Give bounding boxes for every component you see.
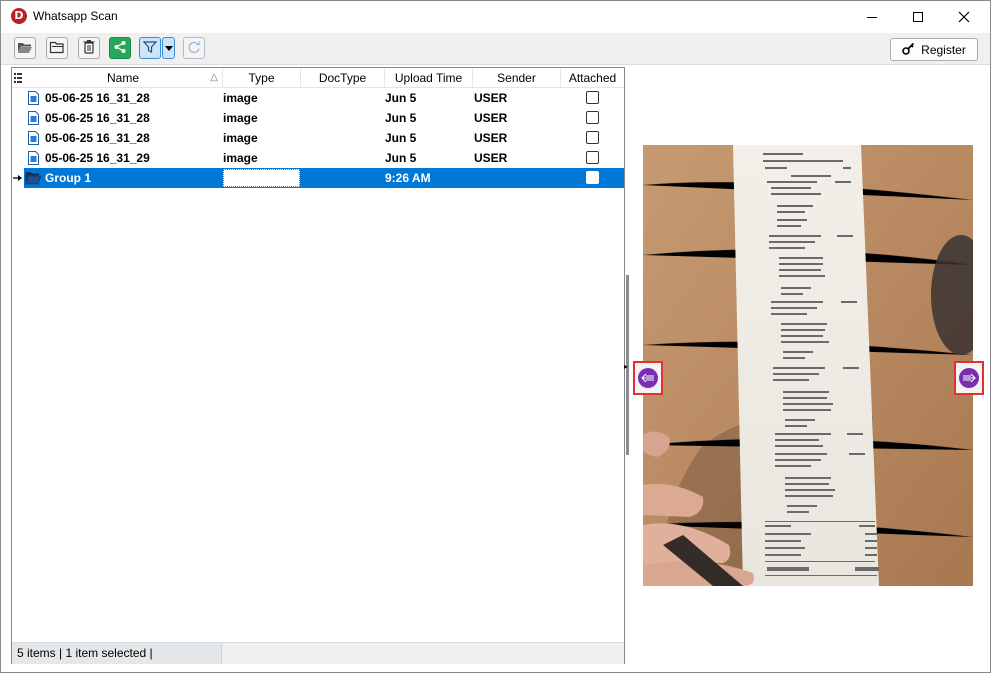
row-name: 05-06-25 16_31_28 (45, 111, 150, 125)
row-type: image (223, 151, 258, 165)
refresh-button[interactable] (183, 37, 205, 59)
register-label: Register (921, 42, 966, 57)
row-name: Group 1 (45, 171, 92, 185)
attached-checkbox[interactable] (586, 91, 599, 104)
status-bar: 5 items | 1 item selected | (12, 642, 624, 664)
row-sender: USER (474, 151, 508, 165)
filter-dropdown-button[interactable] (162, 37, 175, 59)
list-header: Name △ Type DocType Upload Time Sender A… (12, 68, 624, 88)
list-item-group[interactable]: Group 1 9:26 AM (12, 168, 624, 188)
column-header-type[interactable]: Type (223, 68, 301, 88)
selection-highlight (24, 168, 624, 188)
window-title: Whatsapp Scan (33, 9, 118, 23)
open-folder-alt-button[interactable] (46, 37, 68, 59)
folder-open-icon (25, 171, 42, 191)
filter-button[interactable] (139, 37, 161, 59)
trash-icon (82, 39, 96, 57)
folder-open-icon (17, 40, 33, 57)
list-item[interactable]: 05-06-25 16_31_28 image Jun 5 USER (12, 108, 624, 128)
previous-image-button[interactable] (633, 361, 663, 395)
arrow-right-icon (959, 368, 979, 388)
open-folder-button[interactable] (14, 37, 36, 59)
maximize-button[interactable] (895, 1, 941, 33)
column-chooser-icon[interactable] (12, 68, 24, 88)
share-icon (113, 40, 127, 57)
image-preview-panel (633, 67, 984, 664)
sort-ascending-icon: △ (210, 72, 218, 83)
list-item[interactable]: 05-06-25 16_31_28 image Jun 5 USER (12, 128, 624, 148)
delete-button[interactable] (78, 37, 100, 59)
receipt-photo (643, 145, 973, 586)
row-type: image (223, 111, 258, 125)
minimize-button[interactable] (849, 1, 895, 33)
filter-icon (142, 40, 158, 57)
toolbar: Register (1, 33, 990, 65)
row-type: image (223, 131, 258, 145)
key-icon (902, 42, 915, 58)
app-window: D Whatsapp Scan Register Name △ Type Doc… (0, 0, 991, 673)
refresh-icon (187, 40, 201, 57)
row-sender: USER (474, 131, 508, 145)
type-inline-editor[interactable] (223, 169, 300, 187)
row-upload-time: Jun 5 (385, 151, 417, 165)
column-header-doctype[interactable]: DocType (301, 68, 385, 88)
column-header-name-label: Name (106, 71, 139, 85)
row-type: image (223, 91, 258, 105)
title-bar: D Whatsapp Scan (1, 1, 990, 33)
row-sender: USER (474, 91, 508, 105)
chevron-down-icon (164, 41, 173, 55)
status-text: 5 items | 1 item selected | (12, 643, 222, 664)
list-item[interactable]: 05-06-25 16_31_28 image Jun 5 USER (12, 88, 624, 108)
attached-checkbox[interactable] (586, 171, 599, 184)
current-row-indicator-icon (13, 168, 23, 188)
attached-checkbox[interactable] (586, 151, 599, 164)
attached-checkbox[interactable] (586, 111, 599, 124)
column-header-upload-time[interactable]: Upload Time (385, 68, 473, 88)
arrow-left-icon (638, 368, 658, 388)
row-upload-time: Jun 5 (385, 111, 417, 125)
row-sender: USER (474, 111, 508, 125)
register-button[interactable]: Register (890, 38, 978, 61)
close-button[interactable] (941, 1, 987, 33)
row-upload-time: Jun 5 (385, 131, 417, 145)
row-upload-time: Jun 5 (385, 91, 417, 105)
file-list[interactable]: Name △ Type DocType Upload Time Sender A… (11, 67, 625, 664)
splitter-arrow-icon[interactable]: ▸ (624, 362, 628, 371)
row-name: 05-06-25 16_31_28 (45, 131, 150, 145)
column-header-sender[interactable]: Sender (473, 68, 561, 88)
share-button[interactable] (109, 37, 131, 59)
column-header-name[interactable]: Name △ (24, 68, 223, 88)
folder-open-outline-icon (49, 40, 65, 57)
row-name: 05-06-25 16_31_28 (45, 91, 150, 105)
row-upload-time: 9:26 AM (385, 171, 431, 185)
column-header-attached[interactable]: Attached (561, 68, 624, 88)
attached-checkbox[interactable] (586, 131, 599, 144)
list-item[interactable]: 05-06-25 16_31_29 image Jun 5 USER (12, 148, 624, 168)
app-logo-icon: D (11, 8, 27, 24)
row-name: 05-06-25 16_31_29 (45, 151, 150, 165)
next-image-button[interactable] (954, 361, 984, 395)
